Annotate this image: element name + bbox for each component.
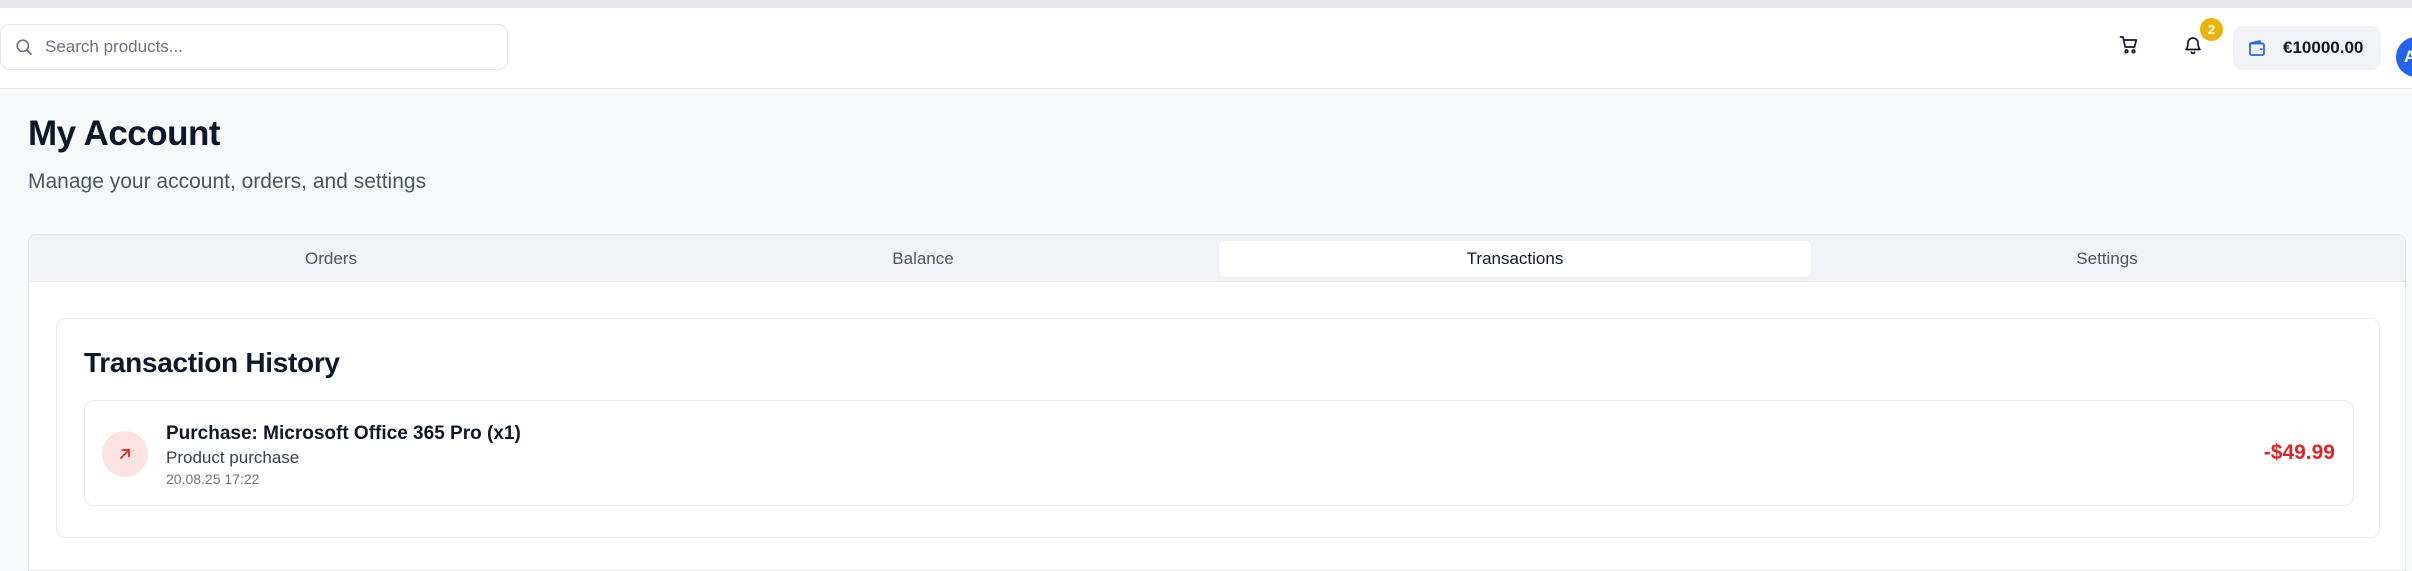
page-subtitle: Manage your account, orders, and setting… [28, 170, 427, 193]
transaction-date: 20.08.25 17:22 [166, 471, 260, 487]
account-tabs: Orders Balance Transactions Settings [28, 234, 2406, 282]
tab-settings[interactable]: Settings [1811, 241, 2403, 277]
transaction-item[interactable]: Purchase: Microsoft Office 365 Pro (x1) … [84, 400, 2354, 506]
tab-panel: Transaction History Purchase: Microsoft … [28, 281, 2406, 571]
page-title: My Account [28, 114, 221, 153]
search-input[interactable] [45, 25, 495, 68]
transaction-title: Purchase: Microsoft Office 365 Pro (x1) [166, 423, 521, 444]
avatar-initial: A [2404, 47, 2412, 66]
wallet-icon [2247, 38, 2267, 58]
top-header: 2 €10000.00 A [0, 8, 2412, 89]
notification-count-badge: 2 [2200, 18, 2223, 41]
transaction-history-card: Transaction History Purchase: Microsoft … [56, 318, 2380, 538]
search-box[interactable] [0, 24, 508, 70]
search-icon [15, 38, 33, 56]
balance-button[interactable]: €10000.00 [2233, 26, 2381, 70]
tab-transactions[interactable]: Transactions [1219, 241, 1811, 277]
top-strip [0, 0, 2412, 8]
bell-icon [2183, 35, 2203, 60]
shopping-cart-icon [2119, 35, 2139, 60]
tab-balance[interactable]: Balance [627, 241, 1219, 277]
tab-orders[interactable]: Orders [35, 241, 627, 277]
transaction-description: Product purchase [166, 448, 300, 467]
avatar[interactable]: A [2396, 37, 2412, 77]
cart-button[interactable] [2109, 27, 2149, 67]
balance-amount: €10000.00 [2283, 38, 2364, 57]
arrow-up-right-icon [102, 431, 148, 477]
transaction-amount: -$49.99 [2263, 441, 2335, 464]
card-title: Transaction History [84, 347, 340, 378]
